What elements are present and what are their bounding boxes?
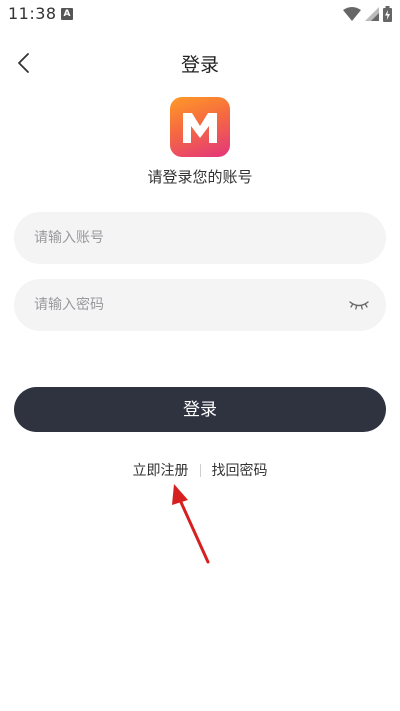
account-field-container	[14, 212, 386, 264]
link-divider	[199, 463, 201, 477]
account-input[interactable]	[34, 212, 334, 264]
m-logo-icon	[183, 113, 217, 143]
password-visibility-toggle[interactable]	[348, 296, 370, 314]
status-bar: 11:38 A	[0, 0, 400, 28]
annotation-arrow-icon	[172, 484, 210, 564]
auth-links: 立即注册 找回密码	[0, 459, 400, 481]
eye-closed-icon	[349, 301, 369, 310]
wifi-icon	[343, 7, 361, 21]
password-field-container	[14, 279, 386, 331]
forgot-password-link[interactable]: 找回密码	[212, 460, 268, 480]
status-time: 11:38	[8, 4, 57, 23]
login-subtitle: 请登录您的账号	[147, 168, 253, 186]
notification-a-icon: A	[61, 8, 73, 20]
page-title: 登录	[180, 54, 219, 76]
battery-charging-icon	[383, 6, 392, 22]
password-input[interactable]	[34, 279, 334, 331]
register-link[interactable]: 立即注册	[133, 460, 189, 480]
login-button[interactable]: 登录	[14, 387, 386, 432]
app-logo	[170, 97, 230, 157]
status-indicators	[343, 5, 392, 23]
signal-icon	[365, 7, 379, 21]
